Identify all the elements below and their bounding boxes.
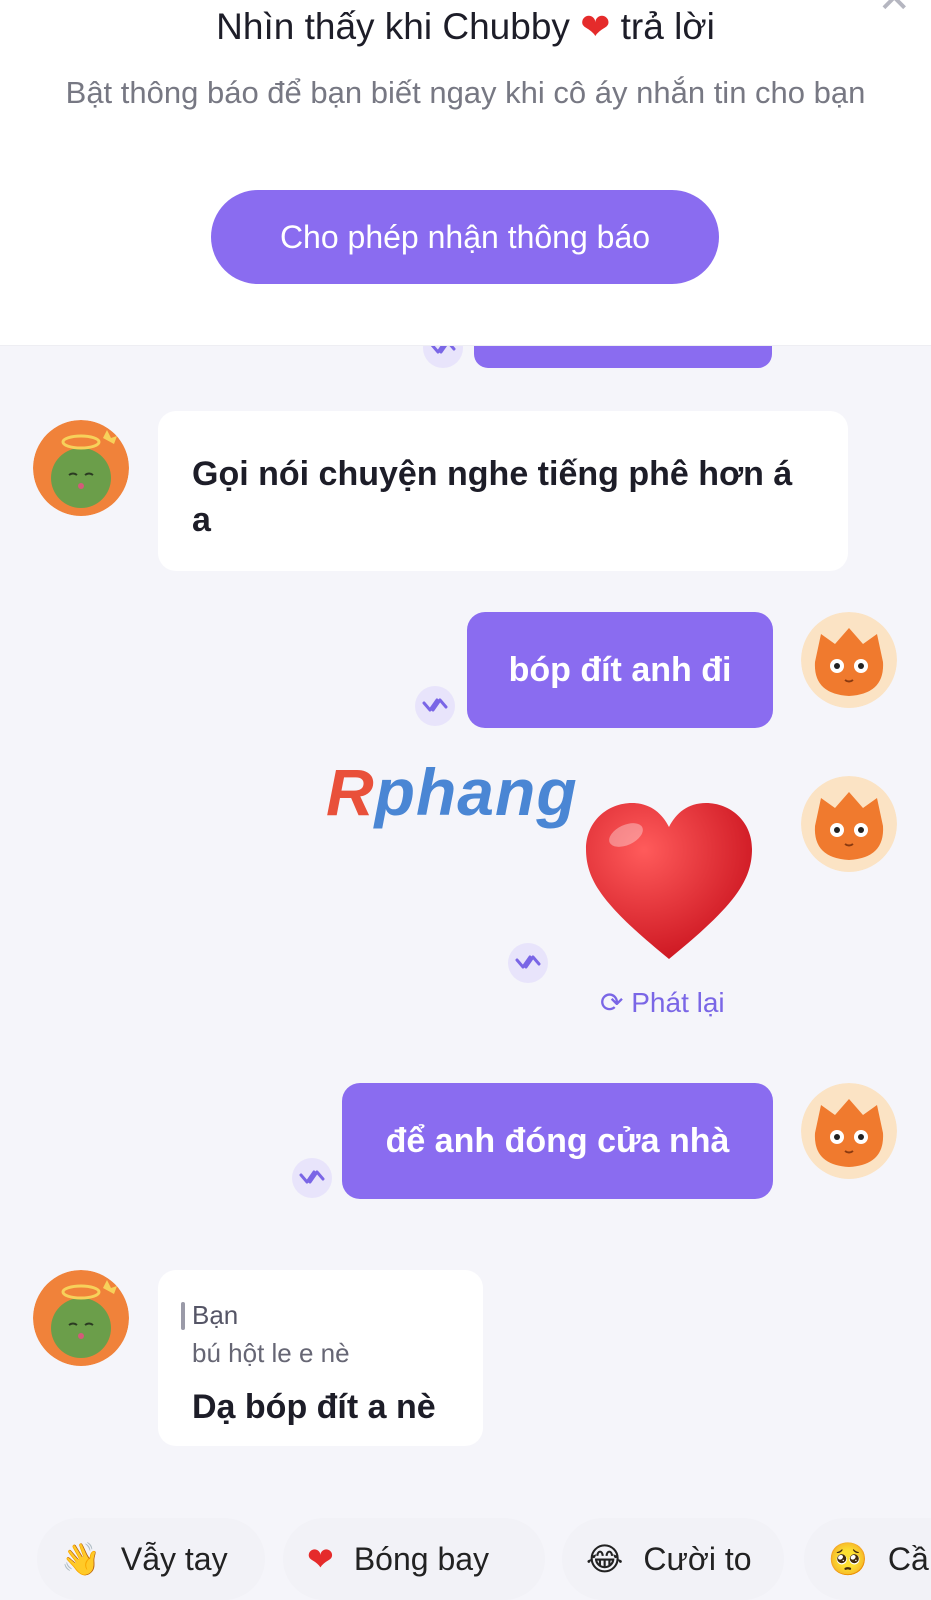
quote-indicator bbox=[181, 1302, 185, 1330]
replay-label: Phát lại bbox=[631, 987, 725, 1018]
banner-title-text-end: trả lời bbox=[620, 6, 715, 47]
read-check-icon bbox=[415, 686, 455, 726]
quick-reply-bar: 👋 Vẫy tay ❤ Bóng bay 😂 Cười to 🥺 Cầ bbox=[0, 1518, 931, 1600]
watermark-text: phang bbox=[374, 755, 578, 829]
heart-icon: ❤ bbox=[307, 1541, 334, 1577]
watermark-letter: R bbox=[326, 755, 375, 829]
quick-reply-label: Cầ bbox=[887, 1540, 929, 1577]
read-check-icon bbox=[423, 346, 463, 368]
banner-subtitle: Bật thông báo để bạn biết ngay khi cô áy… bbox=[65, 75, 866, 110]
partner-avatar[interactable] bbox=[33, 1270, 129, 1366]
chat-area[interactable]: Gọi nói chuyện nghe tiếng phê hơn á a bó… bbox=[0, 346, 931, 1600]
wave-icon: 👋 bbox=[61, 1541, 101, 1577]
partial-sent-bubble bbox=[474, 346, 772, 368]
quick-reply-balloon[interactable]: ❤ Bóng bay bbox=[283, 1518, 545, 1600]
message-bubble-outgoing[interactable]: bóp đít anh đi bbox=[467, 612, 773, 728]
heart-icon: ❤ bbox=[580, 6, 611, 47]
partner-avatar[interactable] bbox=[33, 420, 129, 516]
quote-text: bú hột le e nè bbox=[192, 1338, 350, 1368]
message-bubble-incoming[interactable]: Gọi nói chuyện nghe tiếng phê hơn á a bbox=[158, 411, 848, 571]
banner-title: Nhìn thấy khi Chubby ❤ trả lời bbox=[0, 6, 931, 48]
my-avatar[interactable] bbox=[801, 1083, 897, 1179]
quick-reply-label: Bóng bay bbox=[353, 1540, 490, 1577]
pleading-face-icon: 🥺 bbox=[828, 1541, 868, 1577]
replay-button[interactable]: ⟳ Phát lại bbox=[600, 986, 725, 1019]
quick-reply-laugh[interactable]: 😂 Cười to bbox=[562, 1518, 784, 1600]
my-avatar[interactable] bbox=[801, 776, 897, 872]
watermark-logo: Rphang bbox=[326, 754, 578, 830]
message-bubble-incoming[interactable]: Bạn bú hột le e nè Dạ bóp đít a nè bbox=[158, 1270, 483, 1446]
my-avatar[interactable] bbox=[801, 612, 897, 708]
message-text: Dạ bóp đít a nè bbox=[192, 1388, 436, 1426]
quick-reply-label: Vẫy tay bbox=[120, 1540, 228, 1577]
quick-reply-plead[interactable]: 🥺 Cầ bbox=[804, 1518, 931, 1600]
notification-banner: ✕ Nhìn thấy khi Chubby ❤ trả lời Bật thô… bbox=[0, 0, 931, 346]
message-bubble-outgoing[interactable]: để anh đóng cửa nhà bbox=[342, 1083, 773, 1199]
allow-notifications-button[interactable]: Cho phép nhận thông báo bbox=[211, 190, 719, 284]
read-check-icon bbox=[292, 1158, 332, 1198]
banner-title-text: Nhìn thấy khi Chubby bbox=[216, 6, 570, 47]
quick-reply-label: Cười to bbox=[643, 1540, 752, 1577]
message-text: Gọi nói chuyện nghe tiếng phê hơn á a bbox=[192, 455, 793, 539]
refresh-icon: ⟳ bbox=[600, 987, 624, 1018]
heart-sticker[interactable] bbox=[584, 801, 754, 961]
laugh-icon: 😂 bbox=[586, 1541, 624, 1577]
quick-reply-wave[interactable]: 👋 Vẫy tay bbox=[37, 1518, 265, 1600]
read-check-icon bbox=[508, 943, 548, 983]
quote-author: Bạn bbox=[192, 1300, 239, 1330]
